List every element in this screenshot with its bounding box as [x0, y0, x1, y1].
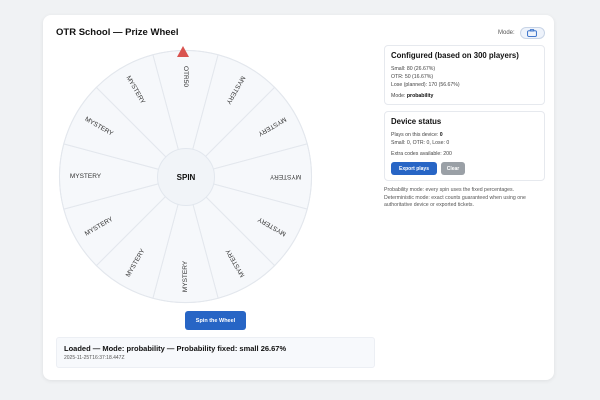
wheel-segment-label: MYSTERY	[70, 173, 102, 180]
wheel-segment-label: MYSTERY	[182, 260, 189, 292]
mode-note: Probability mode: every spin uses the fi…	[384, 187, 526, 208]
device-counts: Small: 0, OTR: 0, Lose: 0	[391, 140, 450, 146]
wheel-segment-label: OTR50	[182, 66, 189, 87]
device-extra-codes: Extra codes available: 200	[391, 151, 452, 157]
configured-otr: OTR: 50 (16.67%)	[391, 74, 434, 80]
configured-mode-prefix: Mode:	[391, 93, 406, 99]
status-timestamp: 2025-11-25T16:37:18.447Z	[64, 355, 125, 361]
configured-title: Configured (based on 300 players)	[391, 51, 519, 60]
device-plays: Plays on this device: 0	[391, 131, 538, 139]
mode-label: Mode:	[498, 30, 515, 36]
configured-lose: Lose (planned): 170 (56.67%)	[391, 82, 460, 88]
configured-mode-value: probability	[406, 93, 434, 99]
prize-wheel[interactable]: OTR50 MYSTERY MYSTERY MYSTERY MYSTERY MYSTERY…	[58, 48, 313, 305]
status-message: Loaded — Mode: probability — Probability…	[64, 344, 287, 353]
page-title: OTR School — Prize Wheel	[56, 27, 179, 38]
configured-mode: Mode: probability	[391, 92, 538, 100]
configured-small: Small: 80 (26.67%)	[391, 66, 436, 72]
spin-wheel-button[interactable]: Spin the Wheel	[185, 311, 246, 330]
device-actions: Export plays Clear	[391, 162, 538, 175]
device-panel: Device status Plays on this device: 0 Sm…	[384, 111, 545, 181]
wheel-pointer	[177, 46, 189, 57]
configured-panel: Configured (based on 300 players) Small:…	[384, 45, 545, 105]
spin-hub-button[interactable]: SPIN	[157, 148, 215, 206]
device-plays-prefix: Plays on this device:	[391, 132, 439, 138]
export-plays-button[interactable]: Export plays	[391, 162, 437, 175]
mode-toggle-button[interactable]	[519, 27, 545, 39]
clear-button[interactable]: Clear	[441, 162, 465, 175]
device-title: Device status	[391, 117, 442, 126]
wheel-segment-label: MYSTERY	[269, 173, 301, 180]
status-box: Loaded — Mode: probability — Probability…	[56, 337, 375, 368]
device-plays-value: 0	[439, 132, 443, 138]
mode-selector: Mode:	[498, 27, 545, 39]
toolbox-icon	[527, 29, 538, 37]
